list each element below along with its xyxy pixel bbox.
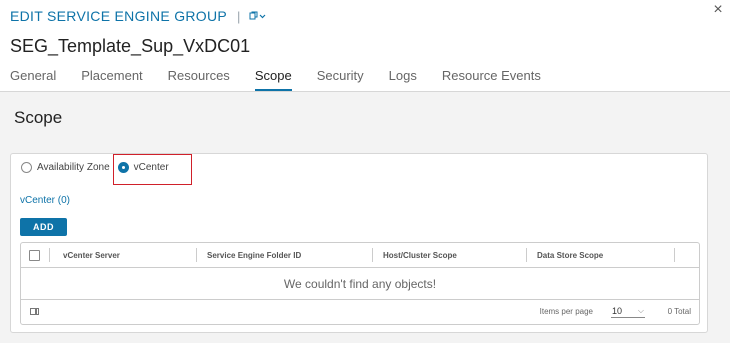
items-per-page-select[interactable]: 10 ⌵: [611, 304, 645, 318]
column-divider: [372, 248, 373, 262]
vcenter-count-label[interactable]: vCenter (0): [20, 195, 70, 206]
availability-zone-radio[interactable]: Availability Zone: [21, 162, 110, 173]
tab-resources[interactable]: Resources: [168, 68, 230, 91]
column-header-vcenter-server[interactable]: vCenter Server: [55, 243, 120, 267]
modal-title-text: EDIT SERVICE ENGINE GROUP: [10, 8, 228, 24]
tab-bar: General Placement Resources Scope Securi…: [10, 68, 566, 91]
modal-header: EDIT SERVICE ENGINE GROUP | × SEG_Templa…: [0, 0, 730, 92]
column-divider: [526, 248, 527, 262]
tab-resource-events[interactable]: Resource Events: [442, 68, 541, 91]
tab-security[interactable]: Security: [317, 68, 364, 91]
column-header-data-store-scope[interactable]: Data Store Scope: [529, 243, 603, 267]
empty-state-message: We couldn't find any objects!: [21, 268, 699, 300]
chevron-down-icon: ⌵: [637, 305, 644, 315]
column-header-host-cluster-scope[interactable]: Host/Cluster Scope: [375, 243, 457, 267]
tab-logs[interactable]: Logs: [389, 68, 417, 91]
grid-header-row: vCenter Server Service Engine Folder ID …: [21, 243, 699, 268]
select-all-checkbox[interactable]: [29, 250, 40, 261]
items-per-page-label: Items per page: [539, 307, 593, 316]
section-heading: Scope: [14, 108, 63, 127]
vcenter-datagrid: vCenter Server Service Engine Folder ID …: [20, 242, 700, 325]
add-button[interactable]: ADD: [20, 218, 67, 236]
page-title: SEG_Template_Sup_VxDC01: [10, 36, 251, 56]
tab-placement[interactable]: Placement: [81, 68, 142, 91]
availability-zone-label: Availability Zone: [37, 162, 110, 173]
column-divider: [674, 248, 675, 262]
column-divider: [49, 248, 50, 262]
total-count: 0 Total: [667, 307, 691, 316]
scope-card: Availability Zone vCenter vCenter (0) AD…: [10, 153, 708, 333]
column-divider: [196, 248, 197, 262]
radio-unchecked-icon: [21, 162, 32, 173]
modal-title: EDIT SERVICE ENGINE GROUP |: [10, 8, 267, 24]
tab-scope[interactable]: Scope: [254, 68, 292, 91]
items-per-page-value: 10: [612, 305, 623, 316]
copy-chevron-icon[interactable]: [249, 11, 267, 21]
highlight-annotation: [113, 154, 192, 185]
column-header-folder-id[interactable]: Service Engine Folder ID: [199, 243, 301, 267]
column-toggle-icon[interactable]: [30, 308, 39, 315]
tab-general[interactable]: General: [10, 68, 56, 91]
title-separator: |: [237, 8, 241, 24]
close-icon[interactable]: ×: [710, 2, 726, 18]
grid-footer: Items per page 10 ⌵ 0 Total: [21, 300, 699, 324]
